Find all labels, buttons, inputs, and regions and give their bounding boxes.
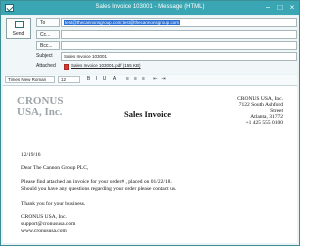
close-button[interactable]: × [287, 3, 297, 13]
company-logo: CRONUS USA, Inc. [17, 96, 87, 118]
title-bar: Sales Invoice 103001 - Message (HTML) − … [1, 1, 299, 15]
maximize-button[interactable]: □ [275, 3, 285, 13]
bold-button[interactable]: B [85, 76, 92, 83]
invoice-title: Sales Invoice [124, 109, 171, 119]
company-address: CRONUS USA, Inc. 7122 South Ashford Stre… [201, 96, 283, 126]
decrease-indent-button[interactable]: ⇤ [152, 76, 159, 83]
pdf-icon [64, 64, 69, 70]
bcc-field[interactable] [61, 41, 297, 50]
font-name-select[interactable]: Times New Roman [5, 76, 55, 83]
signature-company: CRONUS USA, Inc. [21, 214, 67, 220]
signature-email[interactable]: support@cronususa.com [21, 221, 241, 227]
signature-website[interactable]: www.cronususa.com [21, 228, 241, 234]
message-body[interactable]: CRONUS USA, Inc. Sales Invoice CRONUS US… [3, 86, 297, 243]
body-line-2: Should you have any questions regarding … [21, 186, 177, 192]
send-mail-icon [15, 21, 24, 28]
align-right-button[interactable]: ≡ [140, 76, 147, 83]
body-line-1: Please find attached an invoice for your… [21, 179, 172, 185]
font-color-button[interactable]: A [111, 76, 118, 83]
attached-label: Attached [36, 63, 56, 69]
subject-label: Subject [36, 53, 53, 59]
invoice-date: 12/19/16 [21, 152, 41, 158]
align-center-button[interactable]: ≡ [132, 76, 139, 83]
font-size-select[interactable]: 12 [58, 76, 80, 83]
subject-field[interactable]: Sales Invoice 103001 [61, 52, 297, 61]
cc-field[interactable] [61, 30, 297, 39]
to-field[interactable]: test@thecannonsgroup.com;test@thecannons… [61, 18, 297, 27]
send-label: Send [12, 31, 25, 37]
send-button[interactable]: Send [6, 18, 31, 39]
bcc-button[interactable]: Bcc... [36, 41, 60, 50]
greeting: Dear The Cannon Group PLC, [21, 165, 89, 171]
underline-button[interactable]: U [101, 76, 108, 83]
cc-button[interactable]: Cc... [36, 30, 60, 39]
compose-header: Send To test@thecannonsgroup.com;test@th… [3, 16, 297, 74]
thanks-line: Thank you for your business. [21, 201, 86, 207]
window-title: Sales Invoice 103001 - Message (HTML) [95, 4, 205, 10]
address-line-5: +1 425 555 0100 [245, 120, 283, 126]
minimize-button[interactable]: − [263, 3, 273, 13]
to-recipients: test@thecannonsgroup.com;test@thecannons… [64, 20, 180, 25]
align-left-button[interactable]: ≡ [124, 76, 131, 83]
attachment-link[interactable]: Sales Invoice 103001.pdf (155 KB) [71, 63, 231, 68]
italic-button[interactable]: I [93, 76, 100, 83]
company-logo-line-2: USA, Inc. [17, 106, 63, 118]
message-window: Sales Invoice 103001 - Message (HTML) − … [0, 0, 300, 246]
format-toolbar: Times New Roman 12 B I U A ≡ ≡ ≡ ⇤ ⇥ [3, 75, 297, 86]
to-button[interactable]: To [36, 18, 60, 27]
increase-indent-button[interactable]: ⇥ [160, 76, 167, 83]
